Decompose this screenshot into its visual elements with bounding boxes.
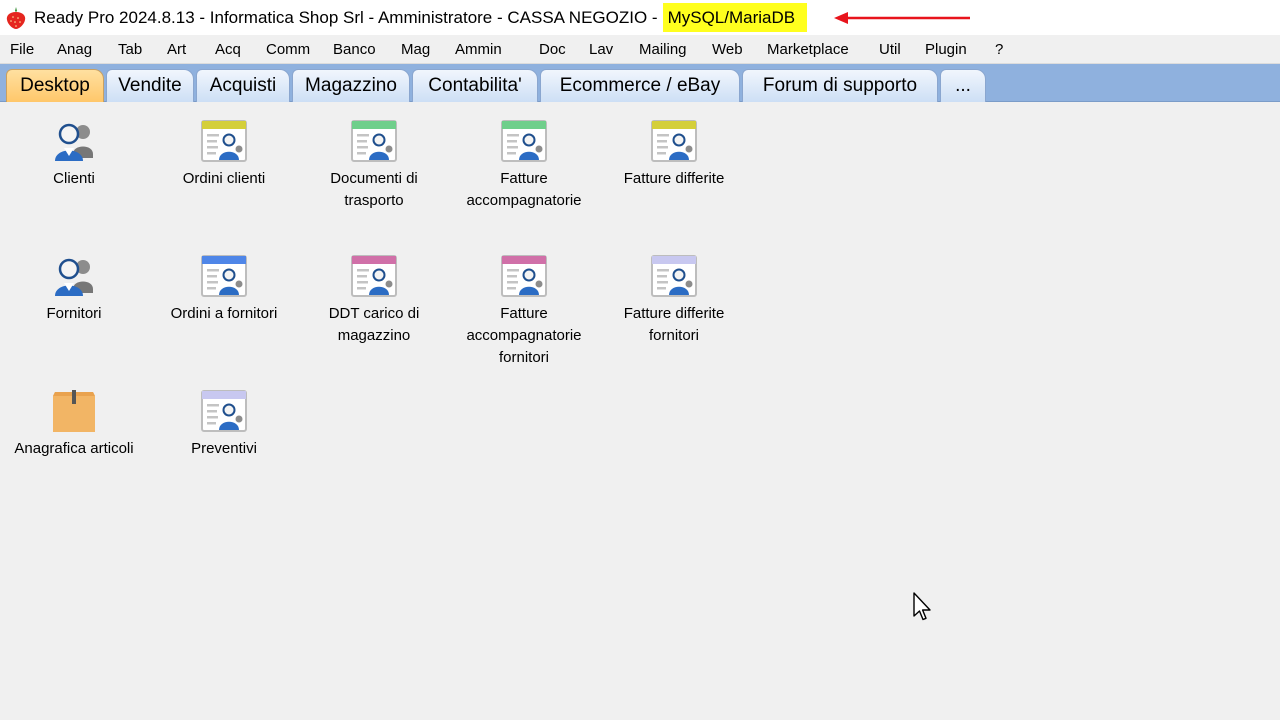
tab-vendite[interactable]: Vendite <box>106 69 194 102</box>
menu-plugin[interactable]: Plugin <box>917 41 987 58</box>
menu-banco[interactable]: Banco <box>325 41 393 58</box>
desktop-icon-preventivi[interactable]: Preventivi <box>149 388 299 460</box>
desktop-icon-label: Preventivi <box>191 440 257 457</box>
tab-acquisti[interactable]: Acquisti <box>196 69 290 102</box>
menu-ammin[interactable]: Ammin <box>447 41 531 58</box>
menu-doc[interactable]: Doc <box>531 41 581 58</box>
strawberry-icon[interactable] <box>4 6 28 30</box>
document-icon <box>501 255 547 297</box>
box-icon <box>53 390 95 432</box>
menu-util[interactable]: Util <box>871 41 917 58</box>
tab-strip: Desktop Vendite Acquisti Magazzino Conta… <box>0 64 1280 102</box>
menu-tab[interactable]: Tab <box>110 41 159 58</box>
menu-lav[interactable]: Lav <box>581 41 631 58</box>
document-icon <box>351 120 397 162</box>
desktop-icon-label: Clienti <box>53 170 95 187</box>
menu-file[interactable]: File <box>0 41 49 58</box>
desktop-icon-documenti-di-trasporto[interactable]: Documenti di trasporto <box>299 118 449 212</box>
window-title: Ready Pro 2024.8.13 - Informatica Shop S… <box>34 7 658 27</box>
desktop-icon-ordini-clienti[interactable]: Ordini clienti <box>149 118 299 190</box>
desktop-icon-label: Ordini clienti <box>182 170 266 187</box>
desktop-icon-fatture-differite[interactable]: Fatture differite <box>599 118 749 190</box>
supplier-icon <box>55 258 93 296</box>
menu-acq[interactable]: Acq <box>207 41 258 58</box>
desktop-icon-label: Fatture differite <box>623 170 725 187</box>
red-arrow-annotation-icon <box>834 12 970 24</box>
database-label: MySQL/MariaDB <box>662 3 808 32</box>
desktop-icon-label: Anagrafica articoli <box>14 440 134 457</box>
menu-art[interactable]: Art <box>159 41 207 58</box>
menu-mailing[interactable]: Mailing <box>631 41 704 58</box>
customer-icon <box>55 123 93 161</box>
document-icon <box>501 120 547 162</box>
document-icon <box>651 255 697 297</box>
title-bar: Ready Pro 2024.8.13 - Informatica Shop S… <box>0 0 1280 35</box>
desktop-icon-label: Ordini a fornitori <box>170 305 278 322</box>
document-icon <box>651 120 697 162</box>
document-icon <box>351 255 397 297</box>
desktop-icon-label: Fatture accompagnatorie <box>466 170 582 209</box>
desktop-icon-fatture-differite-fornitori[interactable]: Fatture differite fornitori <box>599 253 749 347</box>
menu-help[interactable]: ? <box>987 41 1017 58</box>
desktop-icon-label: Fornitori <box>46 305 102 322</box>
desktop-icon-fornitori[interactable]: Fornitori <box>0 253 149 325</box>
tab-ecommerce-ebay[interactable]: Ecommerce / eBay <box>540 69 740 102</box>
desktop-icon-label: Fatture differite fornitori <box>623 305 725 344</box>
desktop-icon-ordini-a-fornitori[interactable]: Ordini a fornitori <box>149 253 299 325</box>
desktop-icon-label: DDT carico di magazzino <box>328 305 420 344</box>
desktop-icon-fatture-accompagnatorie[interactable]: Fatture accompagnatorie <box>449 118 599 212</box>
menu-comm[interactable]: Comm <box>258 41 325 58</box>
menu-marketplace[interactable]: Marketplace <box>759 41 871 58</box>
desktop-icon-ddt-carico-di-magazzino[interactable]: DDT carico di magazzino <box>299 253 449 347</box>
document-icon <box>201 390 247 432</box>
tab-magazzino[interactable]: Magazzino <box>292 69 410 102</box>
tab-forum-di-supporto[interactable]: Forum di supporto <box>742 69 938 102</box>
desktop-icon-fatture-accompagnatorie-fornitori[interactable]: Fatture accompagnatorie fornitori <box>449 253 599 369</box>
desktop-icon-clienti[interactable]: Clienti <box>0 118 149 190</box>
tab-contabilita[interactable]: Contabilita' <box>412 69 538 102</box>
menu-anag[interactable]: Anag <box>49 41 110 58</box>
desktop-icon-label: Documenti di trasporto <box>330 170 418 209</box>
tab-more[interactable]: ... <box>940 69 986 102</box>
menu-web[interactable]: Web <box>704 41 759 58</box>
menu-bar: File Anag Tab Art Acq Comm Banco Mag Amm… <box>0 35 1280 64</box>
document-icon <box>201 255 247 297</box>
desktop-area: Clienti Ordini clienti Documenti di tras… <box>0 102 1280 720</box>
desktop-icon-anagrafica-articoli[interactable]: Anagrafica articoli <box>0 388 149 460</box>
tab-desktop[interactable]: Desktop <box>6 69 104 102</box>
document-icon <box>201 120 247 162</box>
mouse-cursor-icon <box>913 592 931 621</box>
desktop-icon-label: Fatture accompagnatorie fornitori <box>466 305 582 366</box>
menu-mag[interactable]: Mag <box>393 41 447 58</box>
